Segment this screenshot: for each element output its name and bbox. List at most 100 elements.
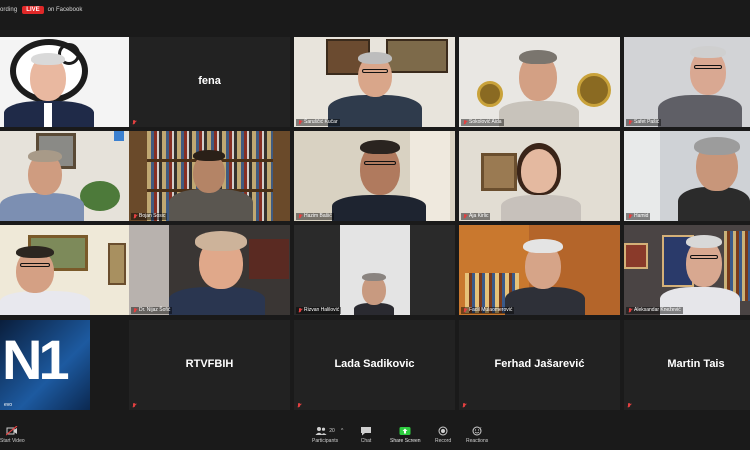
curtain [129,225,169,315]
mute-icon [628,120,632,125]
video-tile[interactable]: Rizvan Halilović [294,225,455,315]
participant-name: Rizvan Halilović [296,307,342,314]
video-tile[interactable]: Šaruščić Kučar [294,37,455,127]
participant-body [169,287,265,315]
participant-body [499,101,579,127]
glasses-icon [362,69,388,73]
video-tile[interactable]: Hazim Bašić [294,131,455,221]
start-video-button[interactable]: Start Video [0,426,25,444]
participant-name: Bojan Sosic [131,213,168,220]
participant-body [169,189,253,221]
record-button[interactable]: Record [435,426,451,444]
video-tile[interactable]: Safet Pašić [624,37,750,127]
svg-text:+: + [480,426,482,430]
glasses-icon [694,65,722,69]
participant-body [0,291,90,315]
video-tile[interactable]: RTVFBIH [129,320,290,410]
participant-name: Martin Tais [667,358,725,370]
participant-body [678,187,750,221]
participants-count: 20 [329,428,335,434]
mute-icon [298,308,302,313]
participant-name: Safet Pašić [626,119,662,126]
chat-button[interactable]: Chat [360,426,372,444]
mute-icon [463,120,467,125]
live-badge[interactable]: LIVE [22,6,44,14]
mute-icon [298,120,302,125]
participant-body [501,195,581,221]
video-grid: fena Šaruščić Kučar Sokolović Aida Safet… [0,37,750,413]
participant-body [658,95,742,127]
participant-hair [193,150,225,161]
participant-hair [28,150,62,162]
mute-icon [463,214,467,219]
participant-name: Fadil Mulaomerović [461,307,515,314]
video-tile[interactable]: Bojan Sosic [129,131,290,221]
mute-icon [133,214,137,219]
participant-hair [358,52,392,64]
wall-painting [108,243,126,285]
participant-name: evo [4,402,13,408]
participant-name: RTVFBIH [185,358,234,370]
participant-name: Šaruščić Kučar [296,119,340,126]
participant-name: Dr. Nijaz Šofić [131,307,173,314]
participants-icon: 20 [313,426,337,436]
wall-painting [386,39,448,73]
record-icon [437,426,449,436]
video-tile[interactable]: Dr. Nijaz Šofić [129,225,290,315]
participant-name: Ferhad Jašarević [494,358,585,370]
participant-body [328,95,422,127]
video-tile[interactable]: Hamid [624,131,750,221]
participant-name: fena [198,75,221,87]
participant-hair [362,273,386,281]
participants-button[interactable]: 20 Participants [312,426,338,444]
participant-hair [690,46,726,58]
plant-icon [80,181,120,211]
participant-hair [523,239,563,253]
video-tile[interactable]: fena [129,37,290,127]
participant-body [0,193,84,221]
glasses-icon [690,255,718,259]
mute-icon [133,308,137,313]
participant-hair [195,231,247,251]
participant-body [505,287,585,315]
wall-painting [481,153,517,191]
video-tile[interactable]: Lada Sadikovic [294,320,455,410]
participant-name: Sokolović Aida [461,119,504,126]
mute-icon [298,214,302,219]
meeting-toolbar: Start Video 20 Participants ^ Chat Share… [0,420,750,450]
participant-name: Hamid [626,213,651,220]
mute-icon [132,403,136,408]
video-tile[interactable]: Martin Tais [624,320,750,410]
chevron-up-icon[interactable]: ^ [341,428,343,434]
share-screen-button[interactable]: Share Screen [390,426,421,444]
wall-clock-icon [477,81,503,107]
video-tile[interactable]: N1 evo [0,320,90,410]
window [624,131,660,221]
participant-name: Lada Sadikovic [334,358,415,370]
video-camera-off-icon [6,426,18,436]
video-tile[interactable]: Aleksandar Knežević [624,225,750,315]
mute-icon [462,403,466,408]
video-tile[interactable]: Ferhad Jašarević [459,320,620,410]
mute-icon [628,214,632,219]
participant-hair [360,140,400,154]
participant-name: Aleksandar Knežević [626,307,683,314]
mute-icon [297,403,301,408]
participant-hair [694,137,740,155]
glasses-icon [20,263,50,267]
chat-icon [360,426,372,436]
shirt [44,103,52,127]
video-tile[interactable]: Fadil Mulaomerović [459,225,620,315]
participant-name: Aja Kirlic [461,213,491,220]
participant-hair [686,235,722,248]
top-bar: ording LIVE on Facebook [0,0,750,20]
participant-name: Hazim Bašić [296,213,334,220]
badge-icon [114,131,124,141]
mute-icon [132,120,136,125]
participant-hair [519,50,557,64]
video-tile[interactable]: Sokolović Aida [459,37,620,127]
smiley-icon: + [471,426,483,436]
video-tile[interactable]: Aja Kirlic [459,131,620,221]
mute-icon [628,308,632,313]
reactions-button[interactable]: + Reactions [466,426,488,444]
